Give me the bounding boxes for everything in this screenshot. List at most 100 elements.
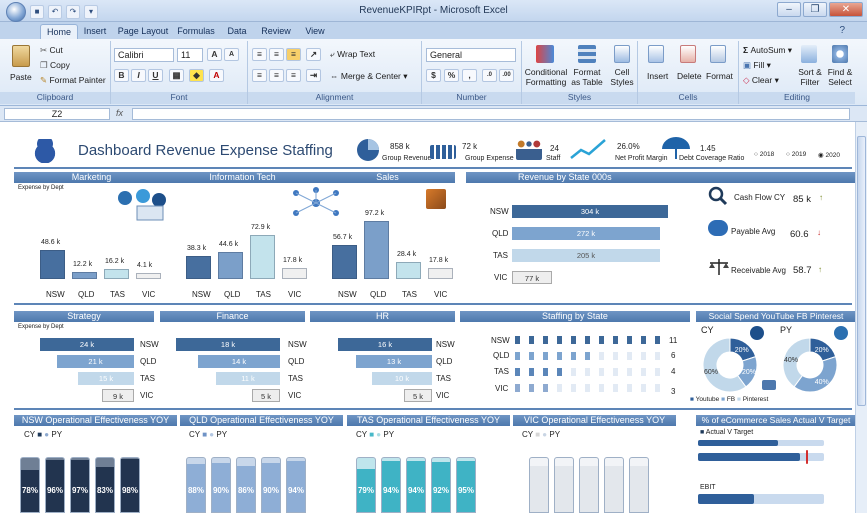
tas-cylinder-4: 95%: [456, 457, 476, 513]
autosum-button[interactable]: Σ AutoSum ▾: [743, 45, 792, 56]
currency-icon[interactable]: $: [426, 69, 441, 82]
delete-cells-icon[interactable]: [680, 45, 696, 63]
fill-color-icon[interactable]: ◆: [189, 69, 204, 82]
formula-input[interactable]: [132, 108, 850, 120]
merge-center-button[interactable]: ⇔ Merge & Center ▾: [330, 71, 408, 82]
qld-py-label: PY: [216, 430, 228, 439]
editing-group-label: Editing: [739, 92, 855, 104]
paste-icon[interactable]: [12, 45, 30, 67]
tab-data[interactable]: Data: [224, 24, 250, 39]
align-middle-icon[interactable]: ≡: [269, 48, 284, 61]
cell-styles-icon[interactable]: [614, 45, 630, 63]
increase-decimal-icon[interactable]: .0: [482, 69, 497, 82]
dashboard-title: Dashboard Revenue Expense Staffing: [78, 142, 333, 159]
group-cells: Insert Delete Format Cells: [638, 41, 739, 104]
person-icon: [585, 368, 590, 376]
tas-op-header: TAS Operational Effectiveness YOY: [347, 415, 510, 426]
font-name-select[interactable]: Calibri: [114, 48, 174, 62]
conditional-formatting-button[interactable]: Conditional Formatting: [524, 67, 568, 87]
italic-button[interactable]: I: [131, 69, 146, 82]
align-right-icon[interactable]: ≡: [286, 69, 301, 82]
conditional-formatting-icon[interactable]: [536, 45, 554, 63]
font-size-select[interactable]: 11: [177, 48, 203, 62]
mascot-icon: [34, 139, 56, 163]
cut-button[interactable]: ✂ Cut: [40, 45, 63, 56]
close-button[interactable]: ✕: [829, 2, 863, 17]
vertical-scrollbar[interactable]: [855, 122, 867, 513]
decrease-decimal-icon[interactable]: .00: [499, 69, 514, 82]
cy-label-1: 20%: [742, 369, 756, 376]
fill-button[interactable]: ▣ Fill ▾: [743, 60, 771, 71]
copy-label: Copy: [49, 60, 70, 70]
debt-value: 1.45: [700, 144, 716, 153]
hr-bar-vic: 5 k: [404, 389, 432, 402]
cy-label-0: 20%: [735, 347, 749, 354]
binoculars-icon[interactable]: [832, 45, 848, 63]
tab-formulas[interactable]: Formulas: [176, 24, 216, 39]
delete-button[interactable]: Delete: [677, 71, 702, 81]
help-icon[interactable]: ?: [839, 25, 845, 36]
font-color-icon[interactable]: A: [209, 69, 224, 82]
qld-pct-0: 88%: [187, 486, 204, 495]
bold-button[interactable]: B: [114, 69, 129, 82]
format-button[interactable]: Format: [706, 71, 733, 81]
strategy-bar-vic: 9 k: [102, 389, 134, 402]
year-2019[interactable]: ○ 2019: [786, 151, 806, 158]
shrink-font-icon[interactable]: A: [224, 48, 239, 61]
align-center-icon[interactable]: ≡: [269, 69, 284, 82]
format-as-table-button[interactable]: Format as Table: [568, 67, 606, 87]
percent-icon[interactable]: %: [444, 69, 459, 82]
person-icon: [641, 384, 646, 392]
find-select-button[interactable]: Find & Select: [825, 67, 855, 87]
format-painter-button[interactable]: ✎ Format Painter: [40, 75, 106, 86]
person-icon: [529, 336, 534, 344]
fx-icon[interactable]: fx: [116, 108, 123, 118]
revenue-state-header: Revenue by State 000s: [466, 172, 856, 183]
person-icon: [641, 368, 646, 376]
finance-label-nsw: NSW: [288, 340, 307, 349]
tab-view[interactable]: View: [300, 24, 330, 39]
insert-cells-icon[interactable]: [648, 45, 664, 63]
paste-button[interactable]: Paste: [10, 72, 32, 82]
align-top-icon[interactable]: ≡: [252, 48, 267, 61]
format-table-icon[interactable]: [578, 45, 596, 63]
align-bottom-icon[interactable]: ≡: [286, 48, 301, 61]
tab-page-layout[interactable]: Page Layout: [117, 24, 169, 39]
number-format-select[interactable]: General: [426, 48, 516, 62]
grow-font-icon[interactable]: A: [207, 48, 222, 61]
orientation-icon[interactable]: ↗: [306, 48, 321, 61]
indent-icon[interactable]: ⇥: [306, 69, 321, 82]
vic-cylinder-0: [529, 457, 549, 513]
hr-bar-tas: 10 k: [372, 372, 432, 385]
year-2018[interactable]: ○ 2018: [754, 151, 774, 158]
sort-filter-button[interactable]: Sort & Filter: [795, 67, 825, 87]
nsw-cylinder-3: 83%: [95, 457, 115, 513]
nsw-py-label: PY: [51, 430, 63, 439]
tab-review[interactable]: Review: [258, 24, 294, 39]
tab-insert[interactable]: Insert: [80, 24, 110, 39]
person-icon: [627, 336, 632, 344]
worksheet[interactable]: Dashboard Revenue Expense Staffing 858 k…: [0, 122, 856, 513]
sort-filter-icon[interactable]: [801, 45, 817, 63]
vic-cylinder-2: [579, 457, 599, 513]
tab-home[interactable]: Home: [40, 24, 78, 39]
restore-button[interactable]: ❐: [803, 2, 827, 17]
copy-button[interactable]: ❐ Copy: [40, 60, 70, 71]
wrap-text-button[interactable]: ⤶ Wrap Text: [330, 49, 375, 60]
year-2020[interactable]: ◉ 2020: [818, 151, 840, 159]
group-clipboard: Paste ✂ Cut ❐ Copy ✎ Format Painter Clip…: [0, 41, 111, 104]
comma-icon[interactable]: ,: [462, 69, 477, 82]
fill-label: Fill: [753, 60, 765, 70]
underline-button[interactable]: U: [148, 69, 163, 82]
minimize-button[interactable]: –: [777, 2, 801, 17]
qld-pct-3: 90%: [262, 486, 279, 495]
clear-button[interactable]: ◇ Clear ▾: [743, 75, 779, 86]
format-cells-icon[interactable]: [710, 45, 726, 63]
align-left-icon[interactable]: ≡: [252, 69, 267, 82]
cell-styles-button[interactable]: Cell Styles: [608, 67, 636, 87]
name-box[interactable]: Z2: [4, 108, 110, 120]
scrollbar-thumb[interactable]: [857, 136, 866, 406]
insert-button[interactable]: Insert: [647, 71, 668, 81]
receivable-trend-icon: ↑: [818, 265, 822, 274]
borders-icon[interactable]: ▦: [169, 69, 184, 82]
